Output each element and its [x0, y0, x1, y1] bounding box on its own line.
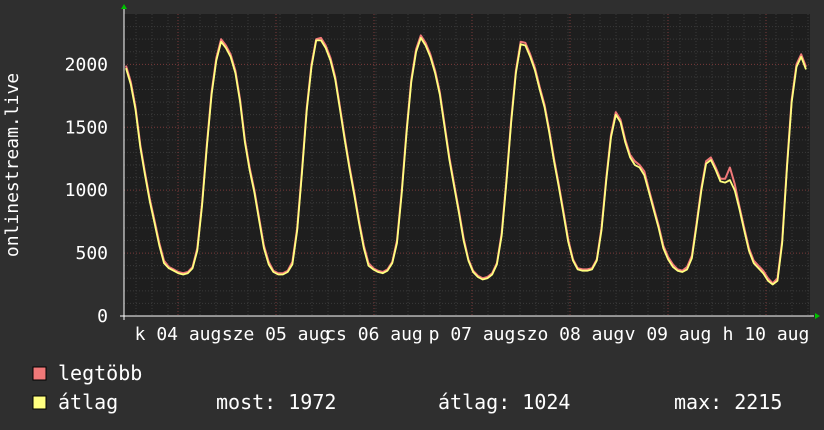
y-tick-label: 1000	[65, 180, 108, 201]
x-tick-label: p 07 aug	[429, 324, 516, 345]
legend-swatch	[32, 395, 47, 410]
x-tick-label: v 09 aug	[625, 324, 712, 345]
legend: legtöbb átlag most: 1972 átlag: 1024 max: 22…	[32, 361, 782, 414]
y-tick-label: 1500	[65, 117, 108, 138]
y-tick-label: 2000	[65, 54, 108, 75]
y-tick-label: 0	[97, 306, 108, 327]
x-tick-label: h 10 aug	[723, 324, 810, 345]
x-axis-arrow	[815, 313, 820, 319]
legend-stat: átlag: 1024	[438, 390, 570, 414]
legend-label: átlag	[58, 390, 118, 414]
x-tick-label: sze 05 aug	[222, 324, 330, 345]
x-tick-label: cs 06 aug	[325, 324, 423, 345]
legend-label: legtöbb	[58, 361, 142, 385]
x-tick-labels: k 04 aug sze 05 augcs 06 aug p 07 aug szo 0…	[135, 324, 810, 345]
legend-stat: most: 1972	[216, 390, 336, 414]
chart: 0 500 1000 1500 2000 k 04 aug sze 05 augcs 06…	[2, 4, 820, 414]
legend-stat: max: 2215	[674, 390, 782, 414]
legend-swatch	[32, 366, 47, 381]
y-tick-labels: 0 500 1000 1500 2000	[65, 54, 108, 327]
x-tick-label: szo 08 aug	[516, 324, 624, 345]
y-axis-label: onlinestream.live	[2, 73, 23, 257]
y-tick-label: 500	[75, 243, 108, 264]
x-tick-label: k 04 aug	[135, 324, 222, 345]
y-axis-arrow	[121, 4, 127, 9]
